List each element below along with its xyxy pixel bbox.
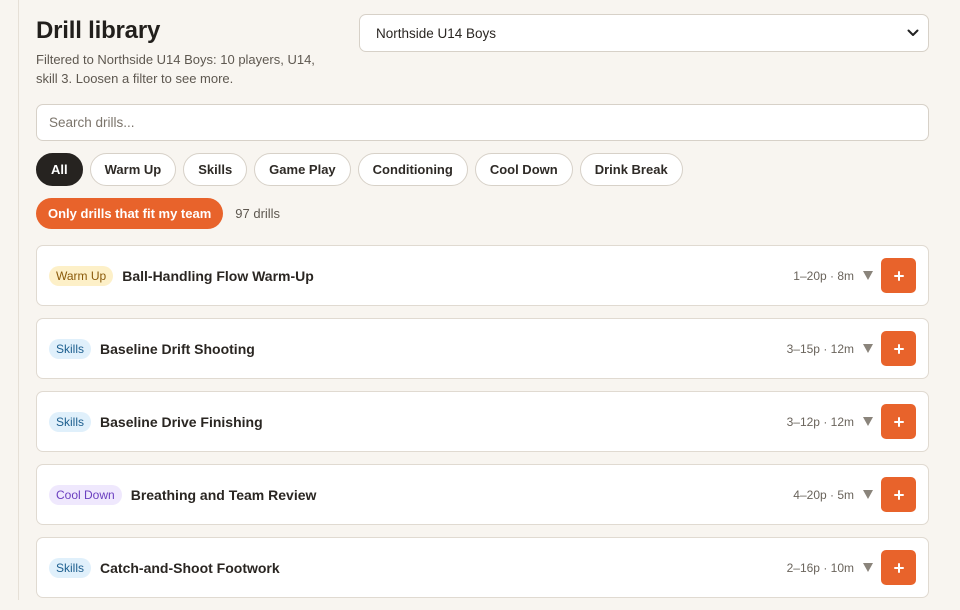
category-badge: Skills bbox=[49, 557, 92, 578]
drill-card[interactable]: Warm Up Ball-Handling Flow Warm-Up 1–20p ·… bbox=[36, 245, 929, 306]
plus-icon bbox=[893, 343, 904, 354]
drill-library-panel: Drill library Filtered to Northside U14 … bbox=[18, 0, 960, 600]
drill-meta: 2–16p · 10m bbox=[786, 560, 854, 575]
drill-name: Catch-and-Shoot Footwork bbox=[100, 559, 280, 576]
filter-chip-cool-down[interactable]: Cool Down bbox=[474, 153, 573, 186]
fit-my-team-toggle[interactable]: Only drills that fit my team bbox=[36, 198, 224, 229]
page-title: Drill library bbox=[36, 17, 161, 44]
caret-down-icon[interactable] bbox=[861, 270, 875, 282]
filter-chip-conditioning[interactable]: Conditioning bbox=[357, 153, 468, 186]
category-badge: Cool Down bbox=[49, 484, 122, 505]
plus-icon bbox=[893, 562, 904, 573]
caret-down-icon[interactable] bbox=[861, 343, 875, 355]
team-select[interactable]: Northside U14 Boys bbox=[359, 14, 929, 52]
plus-icon bbox=[893, 416, 904, 427]
drill-name: Baseline Drive Finishing bbox=[100, 413, 263, 430]
category-badge: Skills bbox=[49, 338, 92, 359]
drill-meta: 1–20p · 8m bbox=[793, 268, 854, 283]
add-drill-button[interactable] bbox=[881, 550, 916, 585]
fit-filter-row: Only drills that fit my team 97 drills bbox=[36, 198, 280, 229]
team-select-value: Northside U14 Boys bbox=[376, 25, 497, 41]
add-drill-button[interactable] bbox=[881, 331, 916, 366]
drill-card[interactable]: Skills Baseline Drive Finishing 3–12p · 12… bbox=[36, 391, 929, 452]
drill-name: Baseline Drift Shooting bbox=[100, 340, 255, 357]
drill-meta: 3–12p · 12m bbox=[786, 414, 854, 429]
drill-card[interactable]: Skills Baseline Drift Shooting 3–15p · 12m bbox=[36, 318, 929, 379]
search-input[interactable] bbox=[36, 104, 929, 141]
drill-list: Warm Up Ball-Handling Flow Warm-Up 1–20p ·… bbox=[36, 245, 929, 610]
drill-name: Breathing and Team Review bbox=[130, 486, 317, 503]
drill-meta: 4–20p · 5m bbox=[793, 487, 854, 502]
drill-card[interactable]: Cool Down Breathing and Team Review 4–20p … bbox=[36, 464, 929, 525]
add-drill-button[interactable] bbox=[881, 404, 916, 439]
filter-chip-drink-break[interactable]: Drink Break bbox=[579, 153, 683, 186]
chevron-down-icon bbox=[907, 29, 919, 37]
filter-chip-warm-up[interactable]: Warm Up bbox=[89, 153, 177, 186]
caret-down-icon[interactable] bbox=[861, 416, 875, 428]
caret-down-icon[interactable] bbox=[861, 489, 875, 501]
category-badge: Warm Up bbox=[49, 265, 114, 286]
plus-icon bbox=[893, 270, 904, 281]
drill-name: Ball-Handling Flow Warm-Up bbox=[122, 267, 314, 284]
plus-icon bbox=[893, 489, 904, 500]
filter-chip-skills[interactable]: Skills bbox=[183, 153, 248, 186]
drill-meta: 3–15p · 12m bbox=[786, 341, 854, 356]
add-drill-button[interactable] bbox=[881, 258, 916, 293]
drill-card[interactable]: Skills Catch-and-Shoot Footwork 2–16p · 10… bbox=[36, 537, 929, 598]
category-badge: Skills bbox=[49, 411, 92, 432]
drill-count: 97 drills bbox=[235, 206, 281, 221]
filter-chip-game-play[interactable]: Game Play bbox=[254, 153, 351, 186]
category-filter-chips: All Warm Up Skills Game Play Conditioning Coo… bbox=[36, 153, 683, 186]
caret-down-icon[interactable] bbox=[861, 562, 875, 574]
add-drill-button[interactable] bbox=[881, 477, 916, 512]
filter-summary: Filtered to Northside U14 Boys: 10 playe… bbox=[36, 52, 315, 86]
filter-chip-all[interactable]: All bbox=[36, 153, 83, 186]
